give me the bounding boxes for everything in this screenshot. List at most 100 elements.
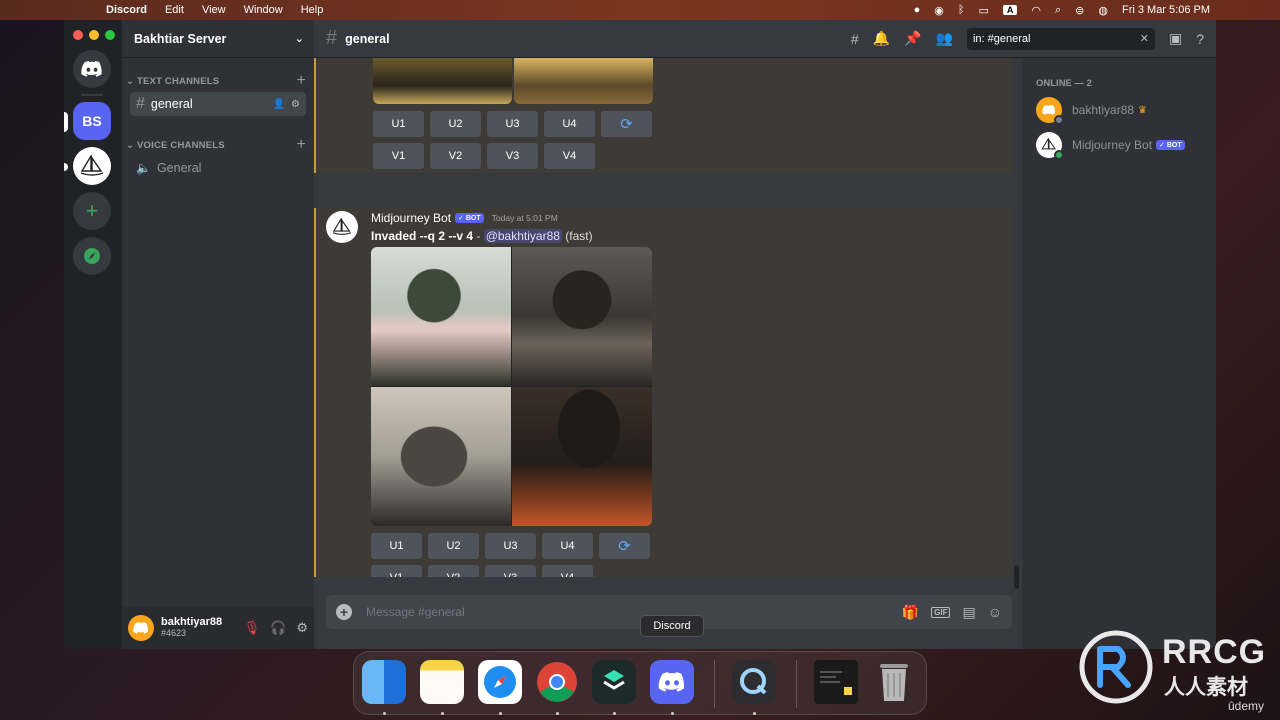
message-input-placeholder[interactable]: Message #general xyxy=(366,605,465,619)
bluetooth-icon[interactable]: ᛒ xyxy=(958,4,965,16)
member-item[interactable]: bakhtiyar88 ♛ xyxy=(1036,97,1216,125)
sticker-icon[interactable]: ▤ xyxy=(962,604,975,621)
zoom-window-button[interactable] xyxy=(105,30,115,40)
variation-button[interactable]: V3 xyxy=(485,565,536,577)
clock[interactable]: Fri 3 Mar 5:06 PM xyxy=(1122,4,1210,16)
server-list: BS + xyxy=(64,20,122,649)
filmora-icon[interactable] xyxy=(592,660,636,704)
chrome-icon[interactable] xyxy=(535,660,579,704)
username-block[interactable]: bakhtiyar88 #4623 xyxy=(161,617,222,639)
cast-icon[interactable]: ◉ xyxy=(934,4,944,17)
clear-search-icon[interactable]: ✕ xyxy=(1140,32,1149,45)
upscale-button[interactable]: U1 xyxy=(371,533,422,559)
upscale-buttons: U1 U2 U3 U4 ⟳ xyxy=(373,111,652,137)
discord-dock-icon[interactable] xyxy=(650,660,694,704)
previous-image-grid[interactable] xyxy=(373,58,653,104)
safari-icon[interactable] xyxy=(478,660,522,704)
create-channel-icon[interactable]: + xyxy=(296,136,306,154)
channel-general[interactable]: # general 👤 ⚙ xyxy=(130,92,306,116)
mute-microphone-icon[interactable]: 🎙 xyxy=(244,620,261,636)
record-icon[interactable]: ● xyxy=(914,4,921,16)
user-mention[interactable]: @bakhtiyar88 xyxy=(483,229,562,243)
close-window-button[interactable] xyxy=(73,30,83,40)
member-list: ONLINE — 2 bakhtiyar88 ♛ Midjourney Bot … xyxy=(1022,58,1216,649)
scrollbar-thumb[interactable] xyxy=(1014,565,1019,589)
explore-servers-button[interactable] xyxy=(73,237,111,275)
pin-icon[interactable]: 📌 xyxy=(904,30,921,47)
variation-button[interactable]: V1 xyxy=(371,565,422,577)
upscale-button[interactable]: U1 xyxy=(373,111,424,137)
upscale-button[interactable]: U3 xyxy=(487,111,538,137)
quicktime-icon[interactable] xyxy=(732,660,776,704)
running-indicator xyxy=(671,712,674,715)
control-center-icon[interactable]: ⊜ xyxy=(1075,4,1084,17)
image-tile[interactable] xyxy=(512,387,652,526)
menu-window[interactable]: Window xyxy=(244,4,283,16)
image-tile[interactable] xyxy=(373,58,512,104)
reroll-button[interactable]: ⟳ xyxy=(601,111,652,137)
threads-icon[interactable]: # xyxy=(851,31,859,47)
minimize-window-button[interactable] xyxy=(89,30,99,40)
variation-button[interactable]: V4 xyxy=(542,565,593,577)
image-tile[interactable] xyxy=(514,58,653,104)
notes-icon[interactable] xyxy=(420,660,464,704)
terminal-window-icon[interactable] xyxy=(814,660,858,704)
finder-icon[interactable] xyxy=(362,660,406,704)
inbox-icon[interactable]: ▣ xyxy=(1169,30,1182,47)
variation-button[interactable]: V2 xyxy=(428,565,479,577)
spotlight-search-icon[interactable]: ⌕ xyxy=(1055,4,1061,17)
variation-button[interactable]: V3 xyxy=(487,143,538,169)
category-text-channels[interactable]: ⌄ TEXT CHANNELS + xyxy=(122,72,314,90)
invite-member-icon[interactable]: 👤 xyxy=(273,99,285,110)
reroll-button[interactable]: ⟳ xyxy=(599,533,650,559)
server-bakhtiar[interactable]: BS xyxy=(73,102,111,140)
input-source-indicator[interactable]: A xyxy=(1002,5,1018,15)
message-list: U1 U2 U3 U4 ⟳ V1 V2 V3 V4 Midjourney Bot… xyxy=(314,58,1012,577)
message-author[interactable]: Midjourney Bot xyxy=(371,211,451,225)
avatar[interactable] xyxy=(326,211,358,243)
gift-icon[interactable]: 🎁 xyxy=(902,604,919,621)
generated-image-grid[interactable] xyxy=(371,247,652,526)
member-item[interactable]: Midjourney Bot ✓ BOT xyxy=(1036,132,1216,160)
gif-button[interactable]: GIF xyxy=(931,606,951,618)
variation-button[interactable]: V2 xyxy=(430,143,481,169)
emoji-icon[interactable]: ☺ xyxy=(988,604,1002,620)
battery-icon[interactable]: ▭ xyxy=(978,4,988,17)
menu-edit[interactable]: Edit xyxy=(165,4,184,16)
headphones-icon[interactable]: 🎧 xyxy=(270,620,286,636)
server-header[interactable]: Bakhtiar Server ⌄ xyxy=(122,20,314,58)
avatar xyxy=(1036,97,1064,125)
help-icon[interactable]: ? xyxy=(1196,31,1204,47)
gear-icon[interactable]: ⚙ xyxy=(291,99,300,110)
server-midjourney[interactable] xyxy=(73,147,111,185)
trash-icon[interactable] xyxy=(872,660,916,704)
gear-icon[interactable]: ⚙ xyxy=(296,620,308,636)
image-tile[interactable] xyxy=(371,387,511,526)
wifi-icon[interactable]: ◠ xyxy=(1031,4,1041,17)
upscale-button[interactable]: U4 xyxy=(542,533,593,559)
avatar[interactable] xyxy=(128,615,154,641)
speaker-icon: 🔈 xyxy=(136,161,151,175)
upscale-button[interactable]: U3 xyxy=(485,533,536,559)
menu-view[interactable]: View xyxy=(202,4,226,16)
create-channel-icon[interactable]: + xyxy=(296,72,306,90)
category-voice-channels[interactable]: ⌄ VOICE CHANNELS + xyxy=(122,136,314,154)
menu-app[interactable]: Discord xyxy=(106,4,147,16)
bell-icon[interactable]: 🔔 xyxy=(873,30,890,47)
menu-help[interactable]: Help xyxy=(301,4,324,16)
discord-logo-icon xyxy=(133,622,149,634)
variation-button[interactable]: V4 xyxy=(544,143,595,169)
search-input[interactable]: in: #general ✕ xyxy=(966,27,1155,50)
upscale-button[interactable]: U4 xyxy=(544,111,595,137)
member-list-icon[interactable]: 👥 xyxy=(936,30,953,47)
upscale-button[interactable]: U2 xyxy=(428,533,479,559)
variation-button[interactable]: V1 xyxy=(373,143,424,169)
add-server-button[interactable]: + xyxy=(73,192,111,230)
voice-channel-general[interactable]: 🔈 General xyxy=(130,156,306,180)
home-button[interactable] xyxy=(73,50,111,88)
upscale-button[interactable]: U2 xyxy=(430,111,481,137)
image-tile[interactable] xyxy=(512,247,652,386)
siri-icon[interactable]: ◍ xyxy=(1098,4,1108,17)
image-tile[interactable] xyxy=(371,247,511,386)
add-attachment-icon[interactable]: + xyxy=(336,604,352,620)
